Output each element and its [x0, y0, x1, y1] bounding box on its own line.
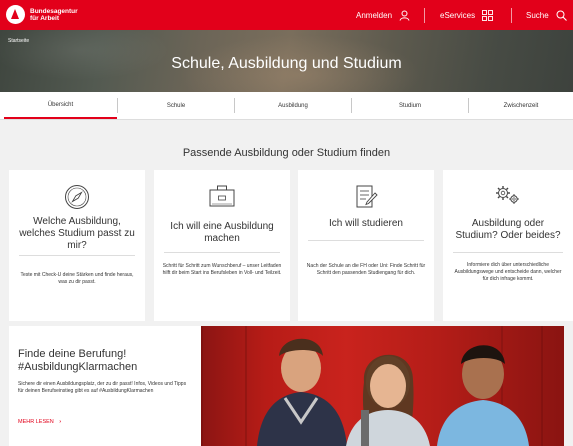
card-text: Informiere dich über unterschiedliche Au… [454, 262, 562, 282]
read-more-link[interactable]: MEHR LESEN › [18, 419, 61, 425]
briefcase-icon [209, 185, 235, 207]
card-icon-wrap [154, 184, 290, 208]
search-icon [556, 10, 567, 21]
tab-uebersicht[interactable]: Übersicht [4, 92, 117, 119]
search-button[interactable]: Suche [526, 10, 567, 21]
read-more-label: MEHR LESEN [18, 419, 54, 425]
card-title: Ich will studieren [329, 218, 403, 229]
card-ausbildung[interactable]: Ich will eine Ausbildung machen Schritt … [154, 170, 290, 321]
search-label: Suche [526, 11, 549, 20]
card-icon-wrap [443, 184, 573, 206]
logo[interactable]: Bundesagentur für Arbeit [6, 5, 78, 24]
login-button[interactable]: Anmelden [356, 10, 410, 21]
eservices-button[interactable]: eServices [440, 10, 494, 21]
nav-divider [424, 8, 425, 23]
card-icon-wrap [298, 184, 434, 210]
promo-box: Finde deine Berufung! #AusbildungKlarmac… [9, 326, 201, 446]
grid-icon [482, 10, 494, 21]
card-title: Welche Ausbildung, welches Studium passt… [19, 216, 135, 251]
tab-studium[interactable]: Studium [352, 92, 468, 119]
card-divider [308, 240, 424, 241]
document-pen-icon [356, 185, 378, 208]
nav-divider [511, 8, 512, 23]
card-divider [19, 255, 135, 256]
card-divider [453, 252, 563, 253]
students-photo [201, 326, 543, 446]
page-title: Schule, Ausbildung und Studium [171, 55, 402, 72]
section-title: Passende Ausbildung oder Studium finden [182, 147, 391, 159]
promo-title: Finde deine Berufung! #AusbildungKlarmac… [18, 348, 138, 373]
breadcrumb[interactable]: Startseite [8, 38, 29, 44]
card-divider [164, 252, 280, 253]
card-ausbildung-oder-studium[interactable]: Ausbildung oder Studium? Oder beides? In… [443, 170, 573, 321]
eservices-label: eServices [440, 11, 476, 20]
logo-line-1: Bundesagentur [30, 7, 78, 15]
card-text: Schritt für Schritt zum Wunschberuf – un… [162, 263, 282, 276]
card-title: Ausbildung oder Studium? Oder beides? [455, 218, 561, 241]
gears-icon [496, 186, 519, 204]
top-bar: Bundesagentur für Arbeit Anmelden eServi… [0, 0, 573, 30]
tab-ausbildung[interactable]: Ausbildung [235, 92, 351, 119]
chevron-right-icon: › [59, 419, 62, 425]
logo-line-2: für Arbeit [30, 14, 60, 22]
compass-icon [65, 185, 89, 209]
tab-schule[interactable]: Schule [118, 92, 234, 119]
card-studium[interactable]: Ich will studieren Nach der Schule an di… [298, 170, 434, 321]
card-text: Teste mit Check-U deine Stärken und find… [20, 272, 134, 285]
logo-mark-icon [6, 5, 25, 24]
promo-photo [201, 326, 564, 446]
login-label: Anmelden [356, 11, 393, 20]
hero-banner: Startseite Schule, Ausbildung und Studiu… [0, 30, 573, 92]
card-icon-wrap [9, 184, 145, 210]
promo-text: Sichere dir einen Ausbildungsplatz, der … [18, 381, 187, 394]
card-check-u[interactable]: Welche Ausbildung, welches Studium passt… [9, 170, 145, 321]
user-icon [399, 10, 410, 21]
card-text: Nach der Schule an die FH oder Uni: Find… [306, 263, 426, 276]
logo-text: Bundesagentur für Arbeit [30, 8, 78, 22]
tab-bar: Übersicht Schule Ausbildung Studium Zwis… [0, 92, 573, 120]
tab-zwischenzeit[interactable]: Zwischenzeit [469, 92, 573, 119]
card-title: Ich will eine Ausbildung machen [170, 221, 274, 244]
